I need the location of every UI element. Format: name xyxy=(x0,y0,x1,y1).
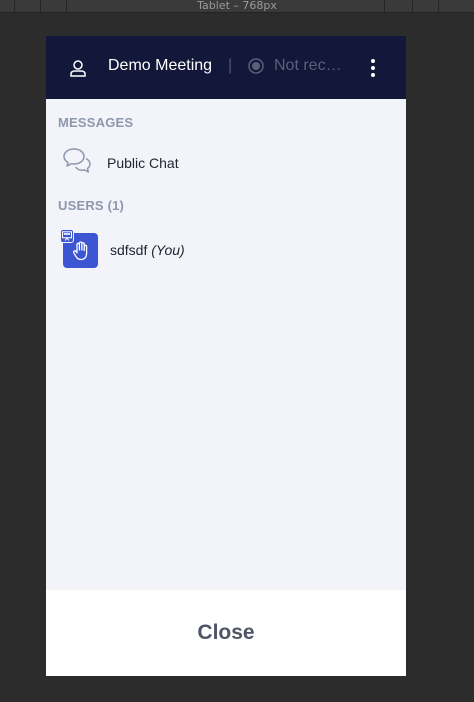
public-chat-item[interactable]: Public Chat xyxy=(58,146,394,182)
devtools-ruler: Tablet – 768px xyxy=(0,0,474,13)
user-name-text: sdfsdf xyxy=(110,242,148,258)
user-icon[interactable] xyxy=(68,58,88,78)
header-separator: | xyxy=(228,57,233,74)
public-chat-label: Public Chat xyxy=(107,155,179,171)
record-icon[interactable] xyxy=(248,58,264,74)
device-size-label: Tablet – 768px xyxy=(197,0,277,12)
chat-bubbles-icon xyxy=(62,146,92,176)
close-button[interactable]: Close xyxy=(46,590,406,676)
user-you-suffix: (You) xyxy=(151,242,185,258)
panel-footer: Close xyxy=(46,590,406,676)
meeting-header: Demo Meeting | Not rec… xyxy=(46,36,406,99)
messages-section-title: MESSAGES xyxy=(58,115,134,130)
device-viewport: Demo Meeting | Not rec… MESSAGES Public … xyxy=(46,36,406,676)
kebab-menu-icon[interactable] xyxy=(364,57,382,79)
user-name: sdfsdf (You) xyxy=(110,242,185,258)
meeting-title: Demo Meeting xyxy=(108,57,213,74)
user-list-item[interactable]: sdfsdf (You) xyxy=(58,228,394,272)
users-section-title: USERS (1) xyxy=(58,198,125,213)
recording-status[interactable]: Not rec… xyxy=(274,57,348,75)
presenter-icon xyxy=(60,229,74,243)
raised-hand-icon xyxy=(72,241,90,261)
